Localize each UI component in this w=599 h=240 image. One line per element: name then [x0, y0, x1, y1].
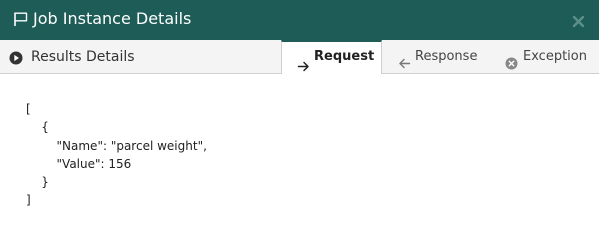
tab-results-details-label: Results Details [31, 49, 135, 65]
request-content-panel: [ { "Name": "parcel weight", "Value": 15… [0, 74, 599, 224]
tab-response-label: Response [415, 49, 478, 64]
play-circle-icon [9, 50, 23, 65]
tab-request-label: Request [314, 49, 375, 64]
request-json-body: [ { "Name": "parcel weight", "Value": 15… [26, 102, 207, 208]
tab-exception-label: Exception [523, 49, 587, 64]
flag-icon [13, 11, 29, 27]
arrow-left-icon [398, 50, 411, 69]
tab-response[interactable]: Response [395, 40, 485, 73]
close-icon[interactable] [572, 13, 585, 28]
dialog-header: Job Instance Details [0, 0, 599, 40]
arrow-right-icon [297, 53, 310, 72]
tab-exception[interactable]: Exception [502, 40, 597, 73]
x-circle-icon [505, 50, 518, 70]
tab-bar: Results Details Request Response Excepti… [0, 40, 599, 74]
dialog-title: Job Instance Details [33, 9, 192, 28]
tab-request[interactable]: Request [281, 40, 382, 74]
job-instance-details-dialog: Job Instance Details Results Details Req… [0, 0, 599, 224]
tab-results-details[interactable]: Results Details [0, 40, 282, 73]
